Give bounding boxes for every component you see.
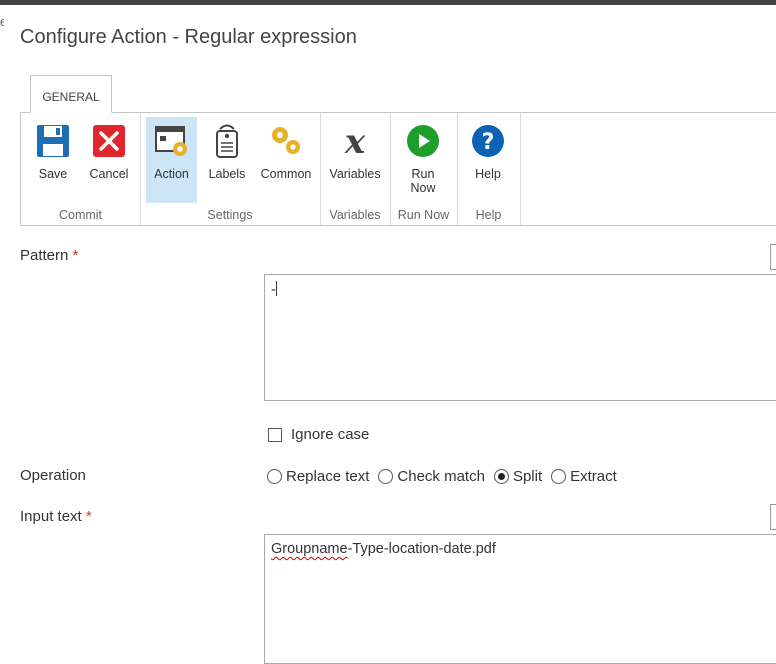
input-text-label: Input text * — [20, 508, 92, 525]
pattern-textarea[interactable]: - — [264, 274, 776, 401]
common-button[interactable]: Common — [257, 117, 315, 203]
play-icon — [407, 125, 439, 157]
group-label-help: Help — [475, 208, 502, 222]
svg-text:?: ? — [482, 130, 495, 155]
input-text-textarea[interactable]: Groupname-Type-location-date.pdf — [264, 534, 776, 664]
close-icon — [93, 125, 125, 157]
radio-extract[interactable]: Extract — [551, 468, 617, 485]
edge-fragment: e — [0, 14, 4, 29]
group-label-variables: Variables — [329, 208, 381, 222]
labels-label: Labels — [208, 167, 246, 181]
window-top-bar — [0, 0, 776, 5]
labels-button[interactable]: Labels — [203, 117, 251, 203]
dialog-title: Configure Action - Regular expression — [20, 26, 357, 48]
cancel-button[interactable]: Cancel — [85, 117, 133, 203]
ribbon: Save Cancel Commit Action Labels Common … — [20, 113, 776, 226]
radio-label: Extract — [570, 468, 617, 485]
gears-icon — [272, 127, 300, 154]
ribbon-group-help: ? Help Help — [457, 113, 521, 225]
help-label: Help — [475, 167, 501, 181]
radio-button[interactable] — [551, 469, 567, 484]
radio-button-selected[interactable] — [493, 469, 509, 484]
radio-replace-text[interactable]: Replace text — [267, 468, 369, 485]
required-marker: * — [85, 508, 92, 525]
tab-general[interactable]: GENERAL — [30, 75, 112, 113]
save-button[interactable]: Save — [29, 117, 77, 203]
group-label-commit: Commit — [58, 208, 103, 222]
radio-label: Split — [512, 468, 543, 485]
save-label: Save — [38, 167, 68, 181]
run-now-button[interactable]: Run Now — [398, 117, 448, 203]
radio-split[interactable]: Split — [493, 468, 543, 485]
radio-button[interactable] — [267, 469, 282, 484]
ribbon-group-run-now: Run Now Run Now — [390, 113, 458, 225]
radio-check-match[interactable]: Check match — [378, 468, 485, 485]
help-button[interactable]: ? Help — [463, 117, 513, 203]
run-now-label-line1: Run — [411, 167, 435, 181]
pattern-label: Pattern * — [20, 247, 78, 264]
tag-icon — [216, 124, 238, 158]
variable-x-icon: x — [344, 123, 366, 159]
action-label: Action — [154, 167, 189, 181]
save-icon — [37, 125, 69, 157]
operation-radio-group: Replace text Check match Split Extract — [267, 468, 626, 485]
ribbon-group-settings: Action Labels Common Settings — [140, 113, 321, 225]
text-cursor — [275, 281, 277, 296]
ignore-case-row[interactable]: Ignore case — [268, 426, 369, 443]
variables-label: Variables — [329, 167, 381, 181]
group-label-run-now: Run Now — [397, 208, 450, 222]
common-label: Common — [260, 167, 312, 181]
help-icon: ? — [472, 125, 504, 157]
input-text-label-text: Input text — [20, 508, 82, 525]
group-label-settings: Settings — [207, 208, 253, 222]
required-marker: * — [72, 247, 79, 264]
run-now-label-line2: Now — [410, 181, 436, 195]
radio-label: Replace text — [286, 468, 370, 485]
action-button[interactable]: Action — [146, 117, 197, 203]
pattern-insert-reference-button[interactable] — [770, 244, 776, 270]
svg-text:x: x — [344, 123, 366, 159]
radio-label: Check match — [397, 468, 485, 485]
action-settings-icon — [154, 126, 187, 156]
operation-label: Operation — [20, 467, 86, 484]
ignore-case-checkbox[interactable] — [268, 427, 282, 442]
pattern-label-text: Pattern — [20, 247, 69, 264]
input-text-insert-reference-button[interactable] — [770, 504, 776, 530]
variables-button[interactable]: x Variables — [324, 117, 386, 203]
ribbon-group-commit: Save Cancel Commit — [21, 113, 141, 225]
ignore-case-label: Ignore case — [291, 426, 370, 443]
radio-button[interactable] — [378, 469, 394, 484]
run-now-label: Run Now — [398, 167, 448, 195]
input-text-value-rest: -Type-location-date.pdf — [347, 541, 496, 557]
cancel-label: Cancel — [89, 167, 129, 181]
ribbon-group-variables: x Variables Variables — [320, 113, 391, 225]
input-text-misspelled-word: Groupname — [271, 541, 348, 557]
